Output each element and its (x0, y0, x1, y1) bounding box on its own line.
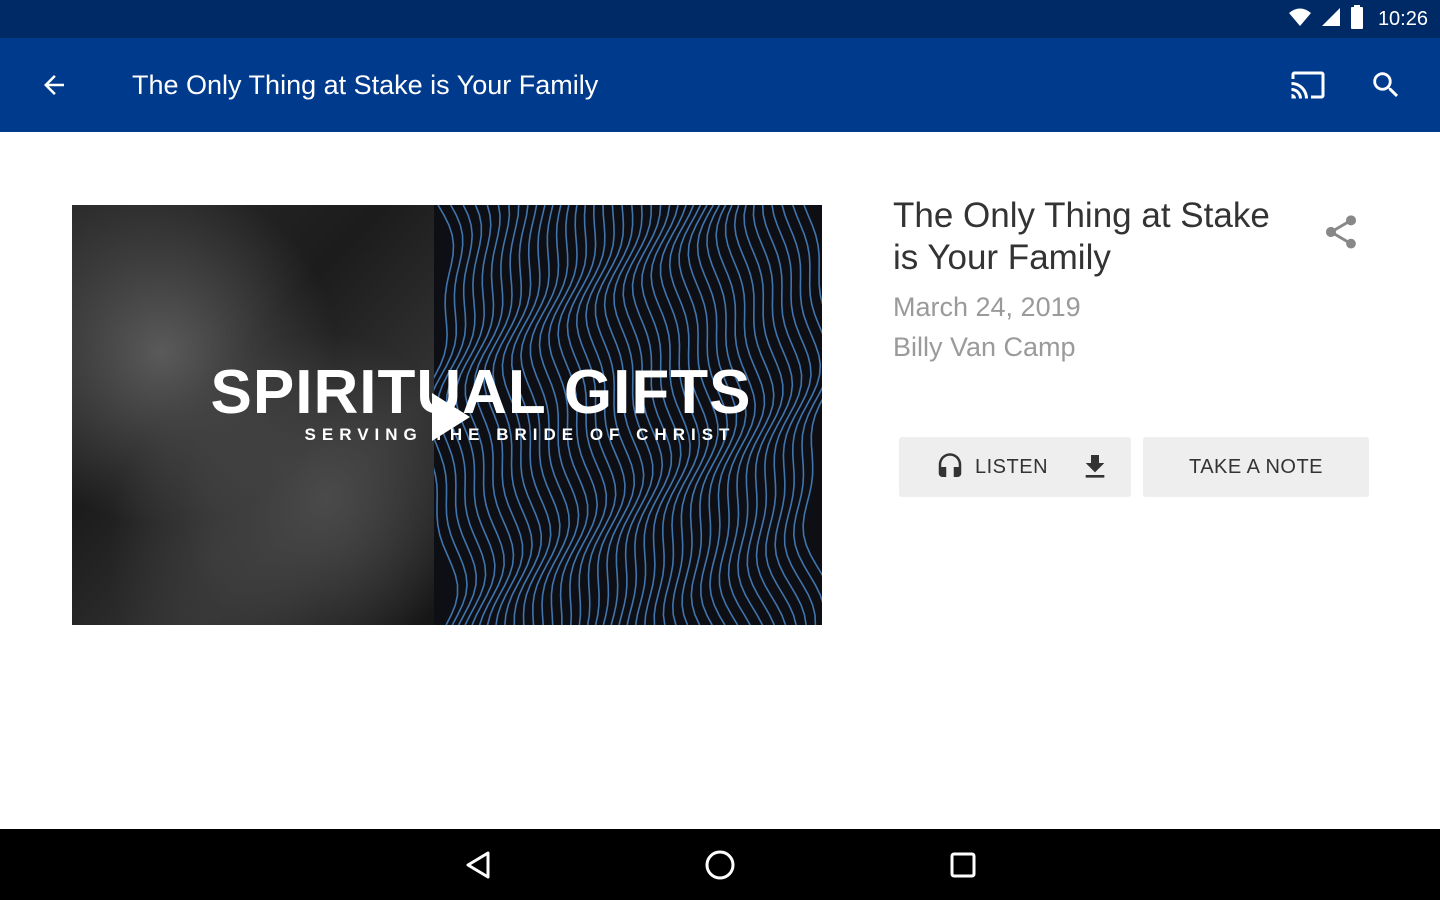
listen-button[interactable]: LISTEN (899, 437, 1131, 497)
status-icons: 10:26 (1288, 0, 1428, 38)
nav-home-button[interactable] (696, 841, 744, 889)
cast-button[interactable] (1284, 61, 1332, 109)
battery-icon (1350, 4, 1364, 34)
arrow-left-icon (44, 75, 64, 95)
play-icon (432, 393, 470, 441)
take-a-note-button[interactable]: TAKE A NOTE (1143, 437, 1369, 497)
sermon-title: The Only Thing at Stake is Your Family (893, 196, 1270, 277)
cast-icon (1291, 71, 1325, 99)
play-button[interactable] (416, 385, 480, 449)
app-bar-title: The Only Thing at Stake is Your Family (132, 70, 599, 100)
search-icon (1373, 72, 1399, 98)
sermon-date: March 24, 2019 (893, 292, 1081, 322)
app-bar: The Only Thing at Stake is Your Family (0, 38, 1440, 132)
nav-recents-button[interactable] (939, 841, 987, 889)
sermon-speaker: Billy Van Camp (893, 332, 1076, 362)
share-icon (1326, 215, 1356, 249)
back-button[interactable] (30, 61, 78, 109)
search-button[interactable] (1362, 61, 1410, 109)
status-bar: 10:26 (0, 0, 1440, 38)
headphones-icon (935, 452, 965, 487)
download-icon[interactable] (1079, 451, 1111, 488)
take-a-note-label: TAKE A NOTE (1188, 455, 1324, 478)
wifi-icon (1288, 7, 1312, 32)
listen-label: LISTEN (975, 456, 1049, 478)
share-button[interactable] (1314, 205, 1368, 259)
navigation-bar (0, 829, 1440, 900)
signal-icon (1320, 7, 1342, 32)
nav-back-button[interactable] (454, 841, 502, 889)
nav-back-icon (466, 851, 490, 879)
nav-recents-icon (950, 852, 976, 878)
sermon-video-thumbnail[interactable]: SPIRITUAL GIFTS SERVING THE BRIDE OF CHR… (72, 205, 822, 625)
nav-home-icon (705, 850, 735, 880)
status-time: 10:26 (1377, 7, 1428, 30)
